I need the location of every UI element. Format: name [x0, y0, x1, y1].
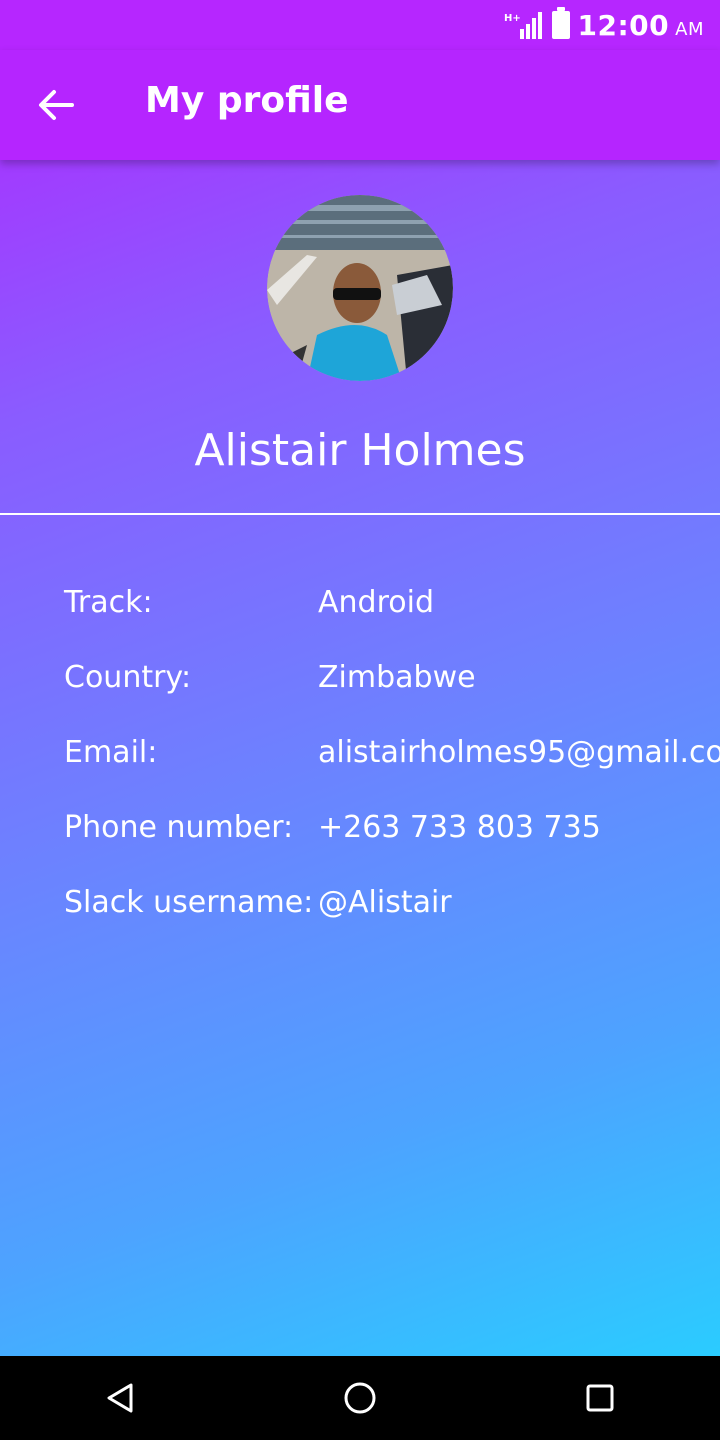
slack-value: @Alistair: [318, 885, 452, 920]
status-bar: H+ 12:00 AM: [0, 0, 720, 50]
country-label: Country:: [64, 660, 192, 695]
network-type-label: H+: [504, 13, 521, 24]
country-value: Zimbabwe: [318, 660, 476, 695]
nav-home-button[interactable]: [330, 1368, 390, 1428]
clock-ampm: AM: [675, 18, 704, 40]
divider: [0, 513, 720, 515]
email-label: Email:: [64, 735, 158, 770]
slack-label: Slack username:: [64, 885, 314, 920]
page-title: My profile: [145, 80, 349, 121]
nav-recents-button[interactable]: [570, 1368, 630, 1428]
nav-back-button[interactable]: [90, 1368, 150, 1428]
triangle-back-icon: [107, 1383, 133, 1413]
avatar: [267, 195, 453, 381]
battery-icon: [551, 7, 570, 39]
square-recents-icon: [586, 1384, 614, 1412]
status-icons: H+ 12:00 AM: [504, 7, 704, 42]
email-value[interactable]: alistairholmes95@gmail.com: [318, 735, 720, 770]
app-bar: My profile: [0, 50, 720, 160]
arrow-left-icon: [39, 90, 74, 120]
navigation-bar: [0, 1356, 720, 1440]
track-value: Android: [318, 585, 434, 620]
circle-home-icon: [344, 1382, 376, 1414]
signal-icon: H+: [504, 11, 544, 39]
phone-label: Phone number:: [64, 810, 294, 845]
track-label: Track:: [64, 585, 153, 620]
clock: 12:00 AM: [578, 9, 704, 42]
clock-time: 12:00: [577, 8, 670, 42]
detail-row-email: Email: alistairholmes95@gmail.com: [64, 735, 720, 775]
back-button[interactable]: [30, 83, 82, 127]
profile-name: Alistair Holmes: [194, 425, 526, 476]
phone-value[interactable]: +263 733 803 735: [318, 810, 601, 845]
